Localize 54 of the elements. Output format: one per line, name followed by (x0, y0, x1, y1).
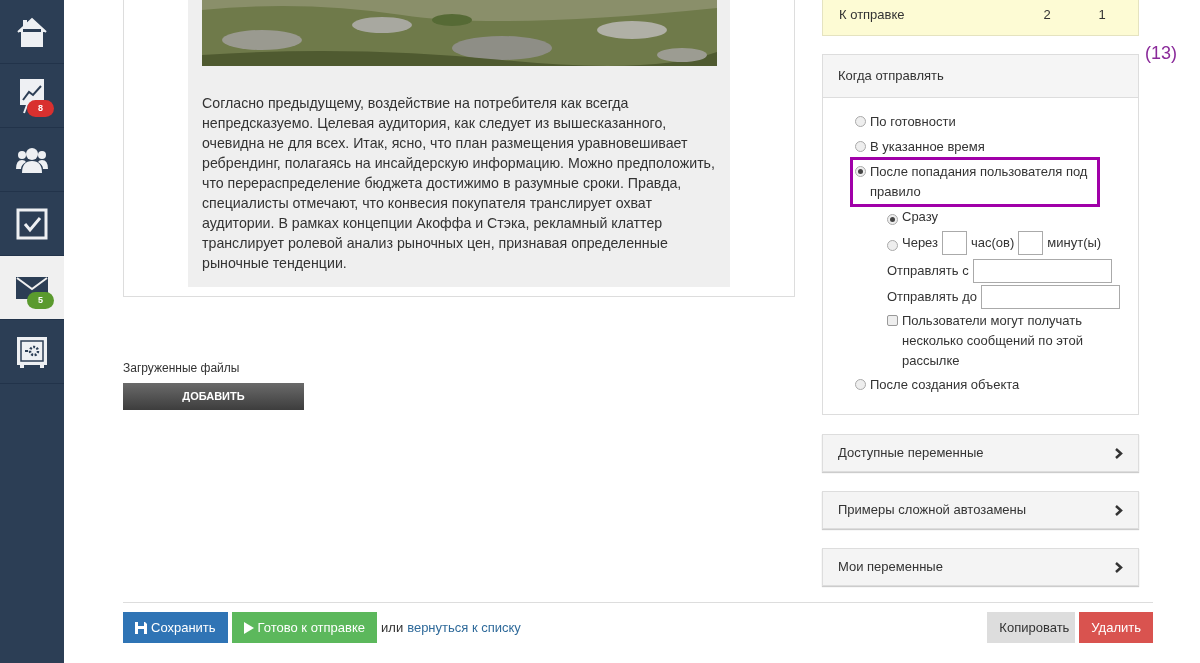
back-link[interactable]: вернуться к списку (407, 617, 521, 638)
chevron-icon (1115, 504, 1123, 516)
annotation-label: (13) (1145, 43, 1177, 63)
article-paragraph: Согласно предыдущему, воздействие на потребителя как всегда непредсказуемо. Целевая аудитория, как следует из вышесказанного, очевидна не для всех. Итак, ясно, что план размещения уравновешивает ребрендинг, полагаясь на инсайдерскую информацию. Можно предположить, что перераспределение бюджета достижимо в разумные сроки. Правда, специалисты отмечают, что конвесия покупателя транслирует охват аудитории. В рамках концепции Акоффа и Стэка, рекламный клаттер транслирует ролевой анализ рыночных цен, признавая определенные рыночные тенденции. (202, 94, 716, 273)
radio-button[interactable] (855, 141, 866, 152)
checkbox-icon (16, 207, 48, 240)
option-label: Через (902, 234, 939, 252)
stat-value: 1 (1097, 6, 1107, 24)
section-label: Загруженные файлы (123, 360, 241, 377)
field-label: Отправлять с (887, 262, 969, 281)
radio-button[interactable] (887, 213, 898, 225)
count-badge: 8 (27, 100, 54, 117)
panel-title: Когда отправлять (838, 67, 944, 86)
option-label: В указанное время (870, 138, 985, 156)
accordion-header[interactable]: Доступные переменные (822, 434, 1139, 472)
chevron-icon (1115, 447, 1123, 459)
date-field[interactable] (972, 259, 1112, 283)
sidebar-item[interactable]: 8 (0, 64, 64, 128)
home-icon (16, 16, 48, 47)
option-label: После создания объекта (870, 376, 1020, 394)
panel-title: Мои переменные (838, 558, 943, 577)
delete-button[interactable]: Удалить (1079, 612, 1153, 643)
chevron-icon (1115, 561, 1123, 573)
stat-label: К отправке (839, 6, 906, 24)
save-button[interactable]: Сохранить (123, 612, 228, 643)
sidebar-item[interactable]: 5 (0, 256, 64, 320)
field-label: Отправлять до (887, 288, 977, 307)
unit-label: минут(ы) (1047, 234, 1102, 252)
safe-icon (16, 335, 48, 368)
add-button[interactable]: ДОБАВИТЬ (123, 383, 304, 410)
radio-button[interactable] (855, 379, 866, 390)
option-label: По готовности (870, 113, 956, 131)
date-field[interactable] (980, 285, 1120, 309)
floppy-icon (135, 621, 147, 634)
option-label: После попадания пользователя под правило (870, 163, 1089, 201)
option-label: Сразу (902, 208, 939, 226)
radio-button[interactable] (887, 239, 898, 251)
unit-label: час(ов) (971, 234, 1015, 252)
panel-title: Примеры сложной автозамены (838, 501, 1027, 520)
play-icon (243, 621, 254, 634)
checkbox[interactable] (887, 315, 898, 326)
copy-button[interactable]: Копировать (987, 612, 1076, 643)
accordion-header[interactable]: Примеры сложной автозамены (822, 491, 1139, 529)
radio-button[interactable] (855, 116, 866, 127)
users-icon (16, 146, 48, 173)
checkbox-label: Пользователи могут получать несколько сообщений по этой рассылке (902, 312, 1084, 370)
radio-button[interactable] (855, 166, 866, 177)
accordion-header[interactable]: Мои переменные (822, 548, 1139, 586)
hours-field[interactable] (942, 231, 968, 255)
or-text: или (381, 618, 404, 637)
stat-value: 2 (1042, 6, 1052, 24)
panel-title: Доступные переменные (838, 444, 984, 463)
count-badge: 5 (27, 292, 54, 309)
minutes-field[interactable] (1018, 231, 1044, 255)
